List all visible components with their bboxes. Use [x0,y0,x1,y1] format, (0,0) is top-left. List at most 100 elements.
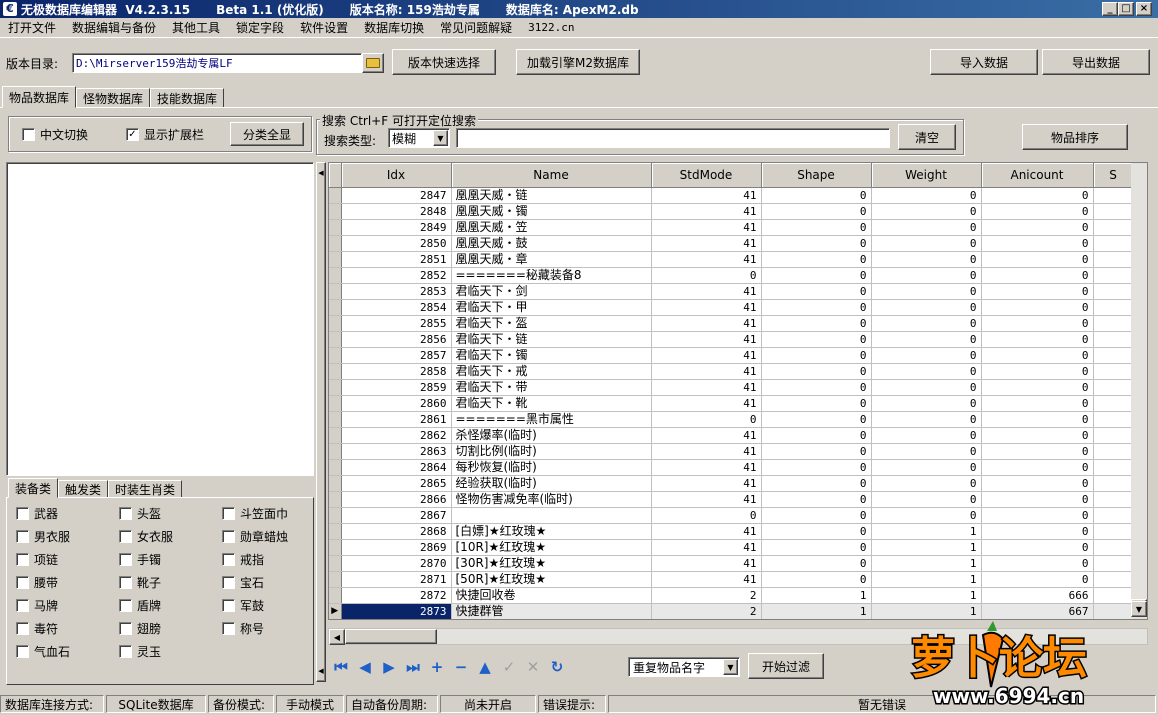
cell-stdmode[interactable]: 2 [651,603,762,619]
row-indicator[interactable] [329,555,342,572]
row-indicator[interactable] [329,443,342,460]
cell-idx[interactable]: 2871 [341,571,452,588]
cell-weight[interactable]: 0 [871,267,982,284]
cell-stdmode[interactable]: 41 [651,299,762,316]
cell-name[interactable]: 每秒恢复(临时) [451,459,652,476]
table-row[interactable]: 2857 君临天下・镯 41 0 0 0 [329,347,1134,364]
cell-weight[interactable]: 0 [871,507,982,524]
col-shape[interactable]: Shape [761,163,872,188]
cell-s[interactable] [1093,203,1134,220]
row-indicator[interactable] [329,251,342,268]
show-all-button[interactable]: 分类全显 [230,122,304,146]
cell-anicount[interactable]: 0 [981,299,1094,316]
cell-idx[interactable]: 2857 [341,347,452,364]
cell-s[interactable] [1093,331,1134,348]
quick-select-button[interactable]: 版本快速选择 [392,49,496,75]
category-checkbox[interactable]: 翅膀 [119,620,161,637]
col-weight[interactable]: Weight [871,163,982,188]
cell-stdmode[interactable]: 2 [651,587,762,604]
scroll-left-icon[interactable]: ◀ [329,629,345,645]
row-indicator[interactable] [329,315,342,332]
cell-stdmode[interactable]: 41 [651,379,762,396]
cell-s[interactable] [1093,379,1134,396]
cell-anicount[interactable]: 0 [981,411,1094,428]
cell-weight[interactable]: 0 [871,251,982,268]
sort-button[interactable]: 物品排序 [1022,124,1128,150]
cell-s[interactable] [1093,411,1134,428]
collapse-left-icon[interactable]: ◀ [318,169,323,177]
col-idx[interactable]: Idx [341,163,452,188]
row-indicator[interactable] [329,411,342,428]
cell-weight[interactable]: 0 [871,235,982,252]
col-s[interactable]: S [1093,163,1134,188]
cell-anicount[interactable]: 0 [981,459,1094,476]
cell-s[interactable] [1093,267,1134,284]
cell-name[interactable]: 君临天下・镯 [451,347,652,364]
cell-stdmode[interactable]: 41 [651,203,762,220]
table-row[interactable]: 2848 凰凰天威・镯 41 0 0 0 [329,203,1134,220]
cell-idx[interactable]: 2863 [341,443,452,460]
cell-stdmode[interactable]: 41 [651,251,762,268]
cell-stdmode[interactable]: 41 [651,459,762,476]
cell-idx[interactable]: 2872 [341,587,452,604]
cell-shape[interactable]: 0 [761,219,872,236]
cell-anicount[interactable]: 0 [981,379,1094,396]
cell-stdmode[interactable]: 41 [651,523,762,540]
row-indicator[interactable] [329,219,342,236]
maximize-button[interactable]: □ [1118,2,1134,16]
cell-anicount[interactable]: 0 [981,251,1094,268]
filter-chevron-down-icon[interactable]: ▼ [723,659,738,675]
cell-weight[interactable]: 0 [871,411,982,428]
cell-anicount[interactable]: 0 [981,203,1094,220]
delete-record-icon[interactable]: − [450,656,472,678]
col-name[interactable]: Name [451,163,652,188]
tab-monsters[interactable]: 怪物数据库 [76,88,151,108]
cell-idx[interactable]: 2847 [341,187,452,204]
category-checkbox[interactable]: 戒指 [222,551,264,568]
cell-weight[interactable]: 0 [871,363,982,380]
cell-stdmode[interactable]: 41 [651,571,762,588]
prev-record-icon[interactable]: ◀ [354,656,376,678]
cell-anicount[interactable]: 0 [981,219,1094,236]
row-indicator[interactable] [329,347,342,364]
cell-shape[interactable]: 0 [761,475,872,492]
cell-shape[interactable]: 0 [761,299,872,316]
cell-weight[interactable]: 0 [871,187,982,204]
import-button[interactable]: 导入数据 [930,49,1038,75]
cell-shape[interactable]: 0 [761,395,872,412]
cell-idx[interactable]: 2860 [341,395,452,412]
row-indicator[interactable] [329,283,342,300]
cell-idx[interactable]: 2859 [341,379,452,396]
table-row[interactable]: 2872 快捷回收卷 2 1 1 666 [329,587,1134,604]
cell-idx[interactable]: 2854 [341,299,452,316]
category-checkbox[interactable]: 灵玉 [119,643,161,660]
cell-name[interactable]: 君临天下・靴 [451,395,652,412]
cell-name[interactable]: 君临天下・戒 [451,363,652,380]
cell-anicount[interactable]: 0 [981,347,1094,364]
cell-shape[interactable]: 1 [761,587,872,604]
cell-name[interactable] [451,507,652,524]
cell-shape[interactable]: 0 [761,283,872,300]
cell-idx[interactable]: 2873 [341,603,452,619]
table-row[interactable]: 2856 君临天下・链 41 0 0 0 [329,331,1134,348]
cell-s[interactable] [1093,459,1134,476]
current-row-indicator-icon[interactable]: ▶ [329,603,342,619]
menu-open-file[interactable]: 打开文件 [0,19,64,36]
filter-select[interactable]: 重复物品名字 ▼ [628,657,740,677]
cell-s[interactable] [1093,571,1134,588]
tab-equipment[interactable]: 装备类 [8,478,59,498]
close-button[interactable]: × [1136,2,1152,16]
tab-skills[interactable]: 技能数据库 [150,88,225,108]
cell-stdmode[interactable]: 41 [651,235,762,252]
edit-record-icon[interactable]: ▲ [474,656,496,678]
cell-weight[interactable]: 1 [871,587,982,604]
cell-idx[interactable]: 2851 [341,251,452,268]
cell-shape[interactable]: 0 [761,443,872,460]
cell-stdmode[interactable]: 41 [651,219,762,236]
search-type-select[interactable]: 模糊 ▼ [388,128,450,148]
cell-anicount[interactable]: 0 [981,475,1094,492]
cell-stdmode[interactable]: 41 [651,315,762,332]
cell-weight[interactable]: 0 [871,443,982,460]
cell-weight[interactable]: 0 [871,219,982,236]
scroll-down-button[interactable]: ▼ [1131,601,1147,617]
